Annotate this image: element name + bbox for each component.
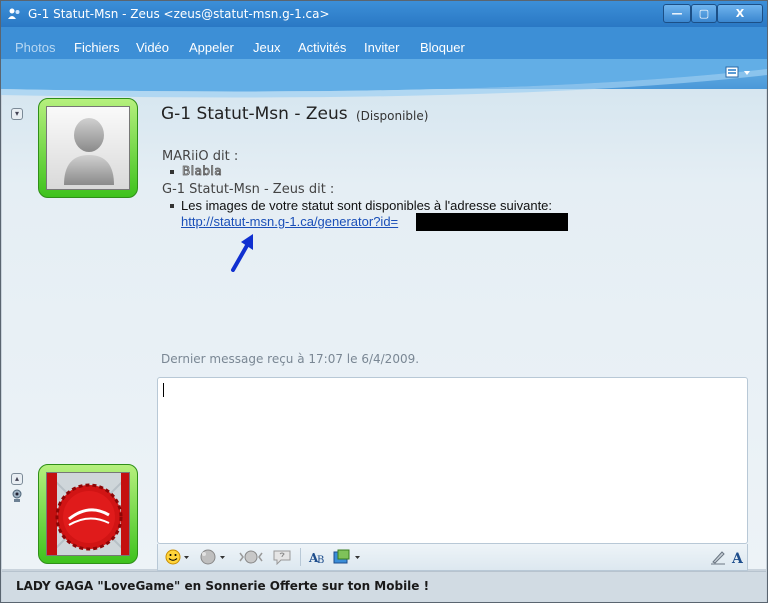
title-bar[interactable]: G-1 Statut-Msn - Zeus <zeus@statut-msn.g… [1,1,767,27]
my-avatar[interactable] [38,464,138,564]
menu-bloquer[interactable]: Bloquer [420,40,465,55]
chat-window: G-1 Statut-Msn - Zeus <zeus@statut-msn.g… [0,0,768,603]
emoticon-icon[interactable] [165,549,191,565]
input-toolbar: A B A [157,544,748,571]
menu-appeler[interactable]: Appeler [189,40,234,55]
nudge-icon[interactable] [236,549,266,565]
text-caret [163,383,164,397]
message-input[interactable] [157,377,748,544]
contact-name: G-1 Statut-Msn - Zeus [161,104,348,124]
menu-inviter[interactable]: Inviter [364,40,399,55]
advertisement-bar[interactable]: LADY GAGA "LoveGame" en Sonnerie Offerte… [2,571,766,602]
minimize-button[interactable]: — [663,4,691,23]
message-text: Les images de votre statut sont disponib… [181,198,553,213]
wink-icon[interactable] [198,549,228,565]
contact-status: (Disponible) [356,109,429,123]
advertisement-text[interactable]: LADY GAGA "LoveGame" en Sonnerie Offerte… [16,579,429,593]
menu-video[interactable]: Vidéo [136,40,169,55]
message-bullet [170,170,174,174]
msn-buddy-icon [8,8,20,19]
handwriting-icon[interactable] [710,549,726,565]
message-text: Blabla [182,164,223,179]
svg-text:B: B [317,555,324,565]
my-display-picture [46,472,130,556]
menu-activites[interactable]: Activités [298,40,346,55]
toolbar-separator [300,548,301,566]
svg-text:A: A [731,551,744,565]
collapse-contact-avatar-button[interactable]: ▾ [11,108,23,120]
collapse-my-avatar-button[interactable]: ▴ [11,473,23,485]
message-bullet [170,204,174,208]
window-title: G-1 Statut-Msn - Zeus <zeus@statut-msn.g… [28,7,330,21]
font-icon[interactable]: A B [308,549,328,565]
maximize-button[interactable]: ▢ [691,4,717,23]
message-sender: MARiiO dit : [162,149,239,164]
annotation-arrow-icon [231,234,253,272]
redacted-block [416,213,568,231]
menu-fichiers[interactable]: Fichiers [74,40,120,55]
text-format-icon[interactable]: A [730,549,746,565]
webcam-icon[interactable] [11,489,23,503]
voice-clip-icon[interactable] [272,549,292,565]
message-link[interactable]: http://statut-msn.g-1.ca/generator?id= [181,214,398,229]
default-buddy-picture [46,106,130,190]
last-message-timestamp: Dernier message reçu à 17:07 le 6/4/2009… [161,352,420,366]
buddy-silhouette-icon [64,118,114,185]
menu-photos[interactable]: Photos [15,40,55,55]
header-swoosh [1,59,767,98]
contact-avatar[interactable] [38,98,138,198]
toolbar-options-icon[interactable] [724,64,754,82]
close-button[interactable]: X [717,4,763,23]
message-sender: G-1 Statut-Msn - Zeus dit : [162,182,335,197]
bottle-cap-picture [47,473,129,555]
background-icon[interactable] [333,549,363,565]
menu-jeux[interactable]: Jeux [253,40,280,55]
